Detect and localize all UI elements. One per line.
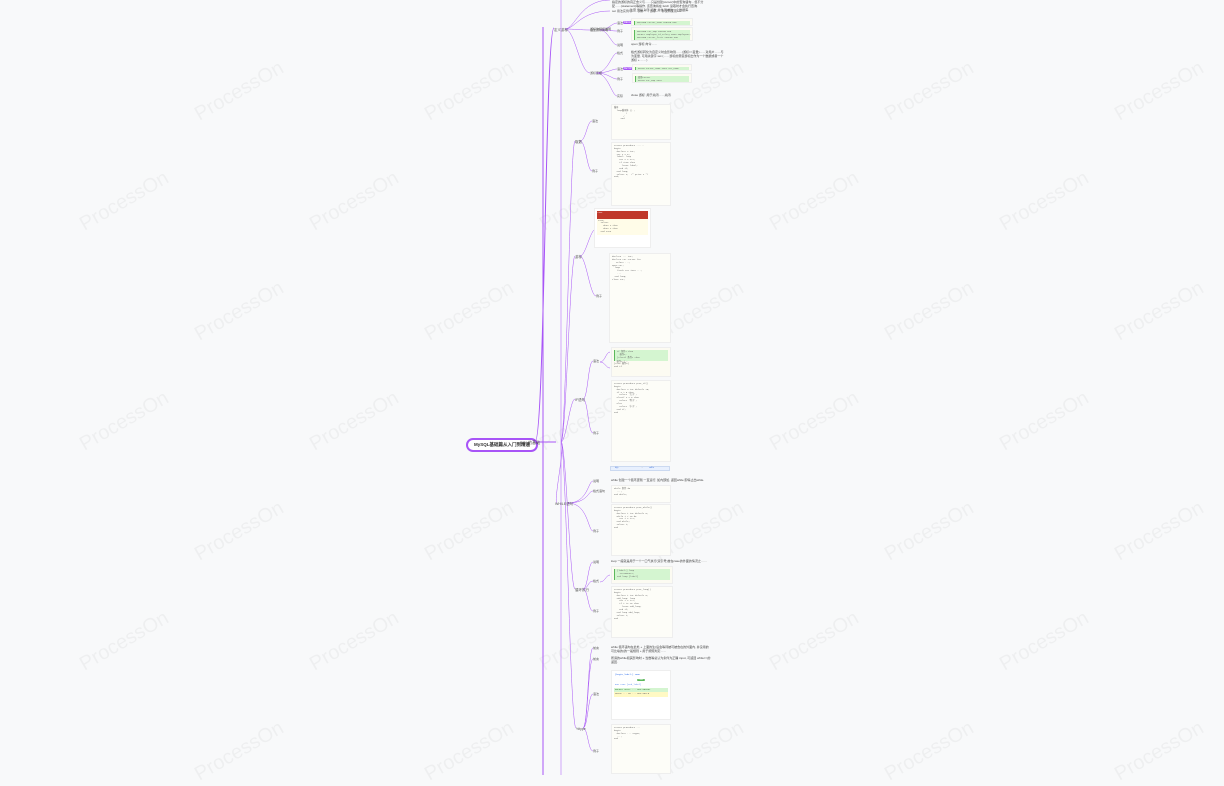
watermark-text: ProcessOn xyxy=(1111,717,1208,786)
watermark-text: ProcessOn xyxy=(421,497,518,566)
code-snippet: FETCH cursor_name INTO var_name [, var_n… xyxy=(632,64,692,71)
code-snippet: casecase: select when = then when = then… xyxy=(594,208,651,248)
child-node[interactable]: 例子 xyxy=(596,294,602,298)
watermark-text: ProcessOn xyxy=(881,717,978,786)
code-snippet: if 条件1 then 操作1; [elseif 条件2 then 操作2;] … xyxy=(611,347,671,377)
branch-node-while-loop[interactable]: %type xyxy=(576,727,586,731)
note-text: close 游标 :用于关闭……关闭. xyxy=(631,93,671,97)
watermark-text: ProcessOn xyxy=(421,277,518,346)
child-node[interactable]: 例子 xyxy=(592,169,598,173)
mindmap-canvas[interactable]: ProcessOn ProcessOn ProcessOn ProcessOn Proc… xyxy=(0,0,1224,775)
watermark-text: ProcessOn xyxy=(996,387,1093,456)
branch-node-declare-cursor[interactable]: 定义游标 xyxy=(554,28,568,33)
watermark-text: ProcessOn xyxy=(306,387,403,456)
subgroup-node[interactable]: 游标变量 xyxy=(590,71,602,75)
child-node[interactable]: 例子 xyxy=(593,749,599,753)
watermark-text: ProcessOn xyxy=(191,57,288,126)
note-text: 所谓的while和其影响时 + 当数等总认为条件为正确 input, 可返回 w… xyxy=(611,656,711,664)
child-node[interactable]: 说明 xyxy=(593,479,599,483)
branch-node-cursor[interactable]: 游标 xyxy=(575,255,582,260)
code-snippet: [begin_label:] LOOPLOOPEND LOOP [end_lab… xyxy=(611,670,671,720)
code-snippet: while 条件 do ...; end while; xyxy=(611,485,671,503)
code-snippet: declare ... int; declare cur cursor for … xyxy=(609,253,671,343)
code-snippet: 使用cursor FETCH cur_emp INTO emp_id,emp_s… xyxy=(632,73,692,83)
branch-node-loop[interactable]: 循环执行 xyxy=(575,588,589,593)
watermark-text: ProcessOn xyxy=(421,717,518,786)
note-text: loop 一般就是用于一个一口气执行(双引号)放在case的外面的情况之…… xyxy=(611,559,707,563)
level1-sql-basics[interactable]: SQL的基础 xyxy=(520,440,540,446)
child-node[interactable]: 格式语句 xyxy=(593,489,605,493)
child-node[interactable]: 语法 xyxy=(592,119,598,123)
code-snippet: create procedure ...... begin declare v … xyxy=(611,142,671,206)
watermark-text: ProcessOn xyxy=(766,387,863,456)
watermark-text: ProcessOn xyxy=(76,387,173,456)
watermark-text: ProcessOn xyxy=(306,167,403,236)
child-node[interactable]: 语法 xyxy=(593,692,599,696)
child-node[interactable]: 前言 xyxy=(593,646,599,650)
watermark-text: ProcessOn xyxy=(191,497,288,566)
child-node[interactable]: 语法 xyxy=(593,359,599,363)
child-node[interactable]: 格式 xyxy=(593,579,599,583)
note-text: while 循环语句在此处 + 上面的生(后会等待被可被含在的外面内, 并没用的… xyxy=(611,645,711,653)
if-flow-diagram: if(x) → call fx xyxy=(610,466,670,471)
child-node[interactable]: 前言 xyxy=(593,657,599,661)
child-node[interactable]: 说明 xyxy=(593,560,599,564)
watermark-text: ProcessOn xyxy=(421,57,518,126)
watermark-text: ProcessOn xyxy=(996,607,1093,676)
code-snippet: [label:] loop statements; end loop [labe… xyxy=(611,566,673,584)
child-node[interactable]: 例子 xyxy=(593,609,599,613)
watermark-text: ProcessOn xyxy=(1111,57,1208,126)
note-text: 注意 但是 对于 行数 并非 简单的一个数据库. xyxy=(630,8,689,12)
code-snippet: 循环 loop循环体 () ; / / end xyxy=(611,104,671,140)
watermark-text: ProcessOn xyxy=(1111,277,1208,346)
leaf-node[interactable]: 实际 xyxy=(617,94,623,98)
watermark-text: ProcessOn xyxy=(881,497,978,566)
code-snippet: create procedure proc_loop() begin decla… xyxy=(611,586,673,638)
branch-node-if[interactable]: IF语句 xyxy=(575,398,585,403)
code-snippet: DECLARE cursor_name CURSOR FOR select_st… xyxy=(631,18,693,26)
subgroup-node[interactable]: 描述游标声明 xyxy=(590,28,608,32)
code-snippet: create procedure proc_if() begin declare… xyxy=(611,380,671,462)
watermark-text: ProcessOn xyxy=(306,607,403,676)
watermark-text: ProcessOn xyxy=(881,277,978,346)
note-text: 格式游标转化为自定义时会影响到……(游标=>变量)……对用户……与为变量, 可用… xyxy=(631,50,726,63)
watermark-text: ProcessOn xyxy=(191,717,288,786)
child-node[interactable]: 例子 xyxy=(593,529,599,533)
leaf-node[interactable]: 例子 xyxy=(617,77,623,81)
watermark-text: ProcessOn xyxy=(76,167,173,236)
leaf-node[interactable]: 格式 xyxy=(617,51,623,55)
watermark-text: ProcessOn xyxy=(881,57,978,126)
code-snippet: DECLARE cur_emp CURSOR FOR SELECT employ… xyxy=(631,27,693,41)
branch-node-while[interactable]: WHILE语句 xyxy=(555,502,573,507)
note-text: while 创建一个循环逻辑 一直运行, 如内部加, 返回while 即停止出w… xyxy=(611,478,704,482)
code-snippet: create procedure proc_while() begin decl… xyxy=(611,504,671,556)
note-text: open 游标 命令…… xyxy=(631,42,657,46)
code-snippet: create procedure ... begin declare ... %… xyxy=(611,724,671,774)
watermark-text: ProcessOn xyxy=(1111,497,1208,566)
leaf-node[interactable]: 说明 xyxy=(617,43,623,47)
watermark-text: ProcessOn xyxy=(766,607,863,676)
watermark-text: ProcessOn xyxy=(191,277,288,346)
watermark-text: ProcessOn xyxy=(766,167,863,236)
child-node[interactable]: 例子 xyxy=(593,431,599,435)
branch-node-fetch[interactable]: 取数 xyxy=(575,140,582,145)
leaf-node[interactable]: 例子 xyxy=(617,29,623,33)
watermark-text: ProcessOn xyxy=(996,167,1093,236)
watermark-text: ProcessOn xyxy=(76,607,173,676)
